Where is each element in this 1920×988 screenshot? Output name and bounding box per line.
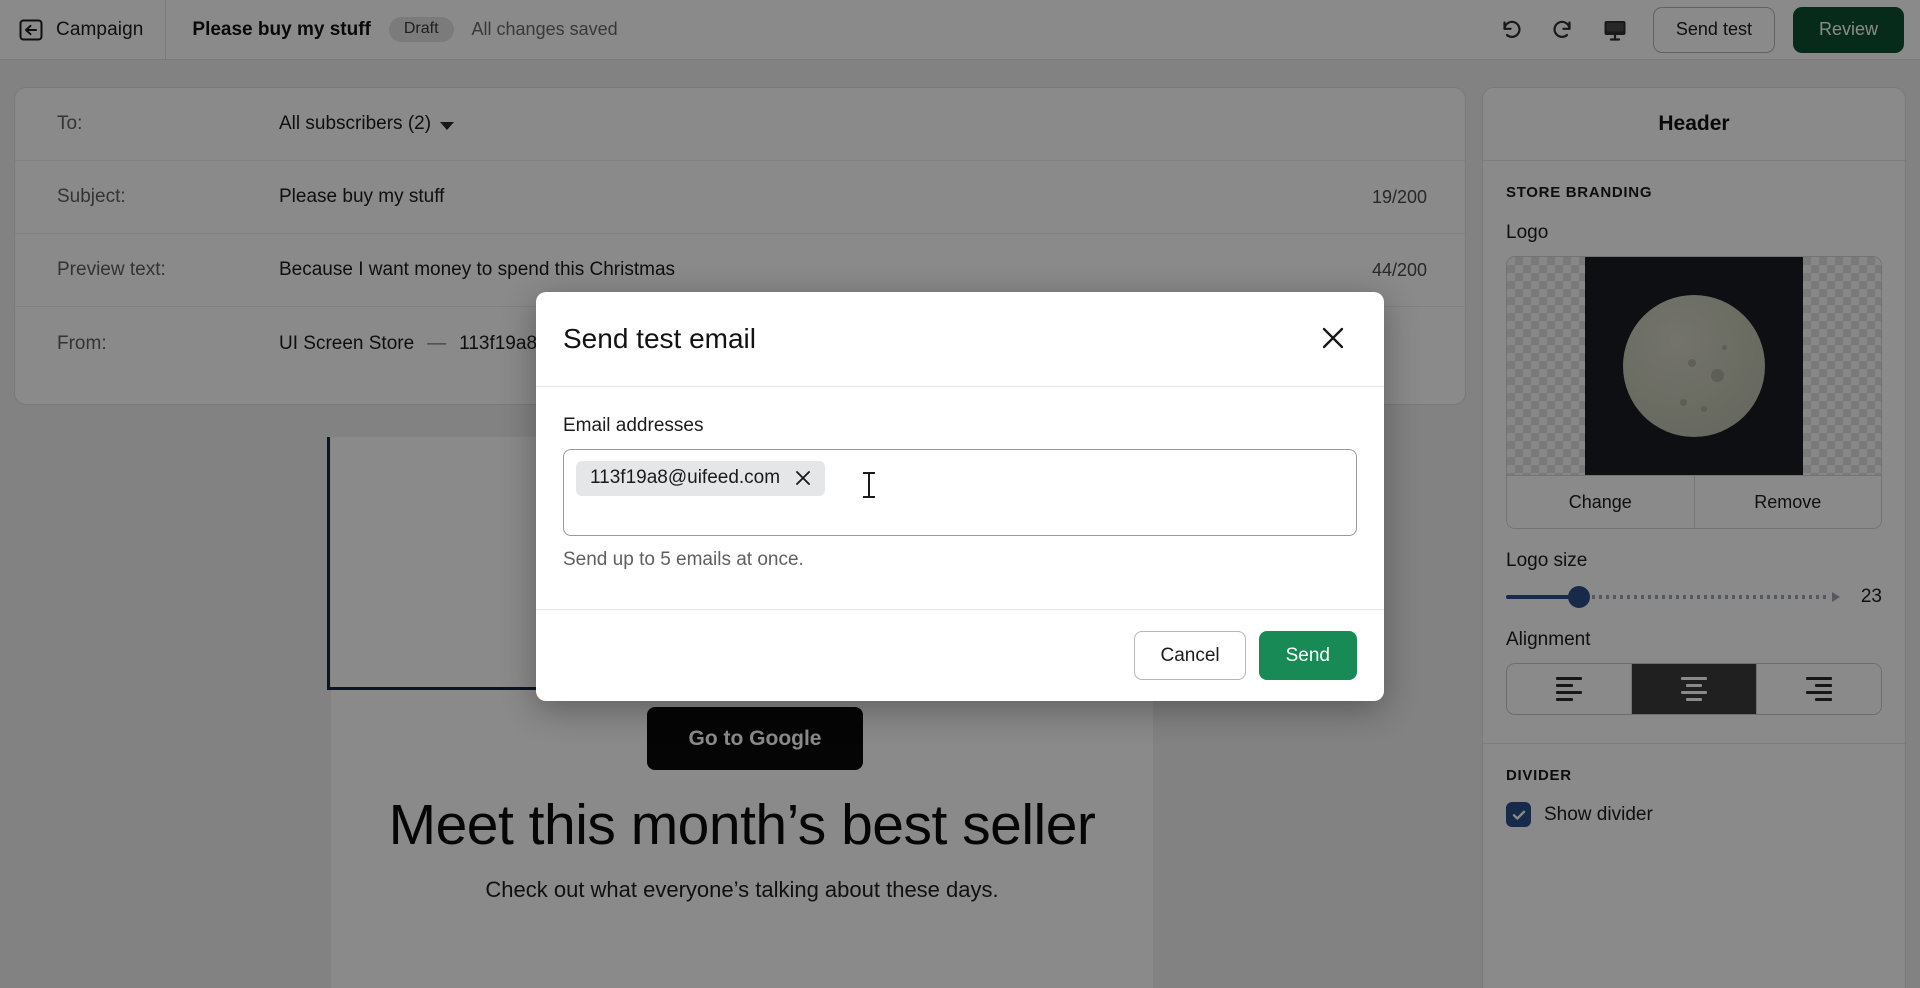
app-root: Campaign Please buy my stuff Draft All c… [0, 0, 1920, 988]
send-button[interactable]: Send [1258, 631, 1357, 680]
send-test-email-dialog: Send test email Email addresses 113f19a8… [536, 292, 1384, 701]
email-chip-remove-icon[interactable] [793, 468, 813, 488]
email-addresses-input[interactable]: 113f19a8@uifeed.com [563, 449, 1357, 536]
dialog-close-button[interactable] [1312, 318, 1354, 360]
dialog-header: Send test email [536, 292, 1384, 387]
dialog-footer: Cancel Send [536, 609, 1384, 701]
email-addresses-label: Email addresses [563, 415, 704, 436]
email-chip-label: 113f19a8@uifeed.com [590, 467, 781, 488]
email-helper-text: Send up to 5 emails at once. [563, 549, 804, 570]
dialog-title: Send test email [563, 323, 756, 354]
dialog-body: Email addresses 113f19a8@uifeed.com Send… [536, 387, 1384, 609]
text-cursor-icon [863, 472, 875, 498]
cancel-button[interactable]: Cancel [1134, 631, 1246, 680]
email-chip[interactable]: 113f19a8@uifeed.com [576, 461, 826, 496]
close-icon [1319, 324, 1347, 355]
